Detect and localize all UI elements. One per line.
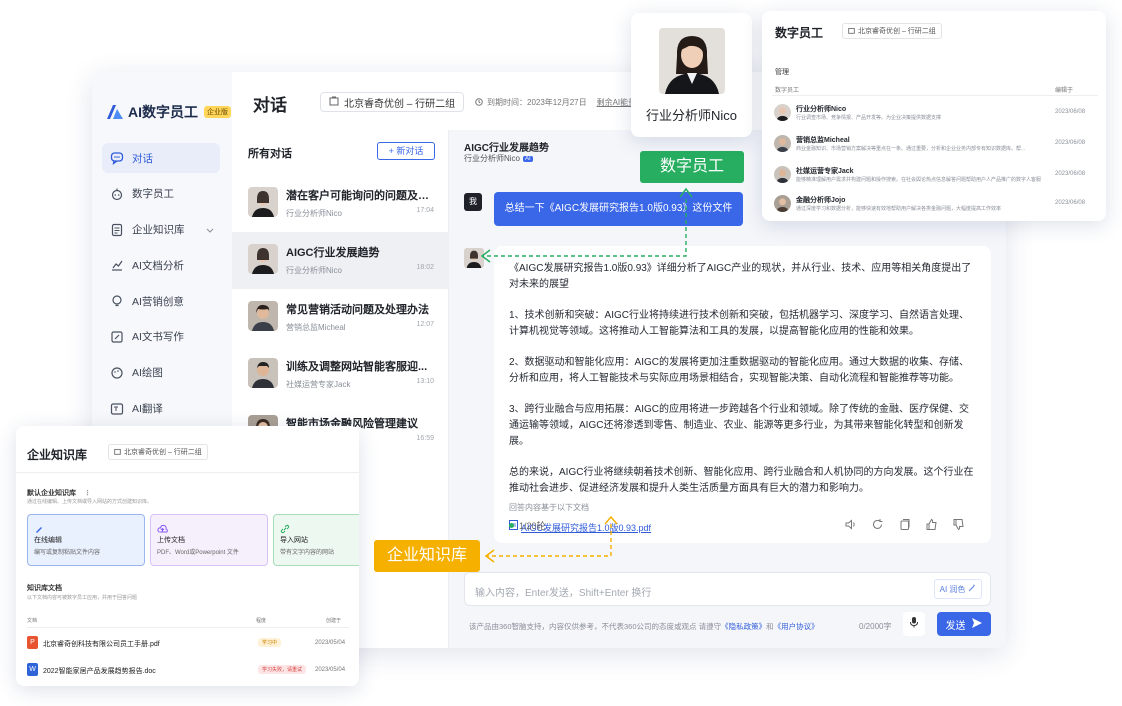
upload-doc-card[interactable]: 上传文档 PDF、Word或Powerpoint 文件 [150,514,268,566]
doc-name: 北京睿奇创科技有限公司员工手册.pdf [43,641,160,648]
import-site-card[interactable]: 导入网站 带有文字内容的网站 [273,514,359,566]
pdf-file-icon: P [27,636,38,649]
employee-date: 2023/06/08 [1055,200,1086,206]
employee-row[interactable]: 行业分析师Nico 行业调查市场、竞争情报、产品开发等。为企业决策提供数据支撑 … [772,99,1098,127]
doc-row[interactable]: P 北京睿奇创科技有限公司员工手册.pdf 学习中 2023/05/04 [27,635,352,653]
more-icon[interactable]: ⋮ [84,490,91,497]
col-doc-header: 文档 [27,618,38,624]
employee-row[interactable]: 社媒运营专家Jack 能够精准理解用户需求并构建问题和操作搜索。在社会舆论热点信… [772,161,1098,189]
employee-panel-title: 数字员工 [775,26,824,40]
avatar [774,166,791,183]
knowledge-base-callout: 企业知识库 [374,540,480,572]
org-name: 北京睿奇优创 – 行研二组 [858,28,936,35]
employee-name: 行业分析师Nico [796,106,847,113]
digital-employee-callout: 数字员工 [640,151,744,183]
col-status-header: 程度 [256,618,267,624]
default-kb-name: 默认企业知识库 [27,490,76,497]
org-icon [848,27,855,36]
doc-name: 2022智能家居产品发展趋势报告.doc [43,668,156,675]
divider [772,95,1098,96]
employee-desc: 通过深度学习和数据分析，能够快速有效地帮助用户解决各类金融问题，大幅度提高工作效… [796,206,1002,212]
org-selector[interactable]: 北京睿奇优创 – 行研二组 [108,444,208,460]
profile-avatar [659,28,725,94]
doc-date: 2023/05/04 [315,640,346,646]
status-badge: 学习中 [258,638,282,647]
employee-row[interactable]: 营销总监Micheal 商业金融知识、市场营销方案解决等重点在一条。通过重要，分… [772,130,1098,158]
employee-date: 2023/06/08 [1055,171,1086,177]
employee-row[interactable]: 金融分析师Jojo 通过深度学习和数据分析，能够快速有效地帮助用户解决各类金融问… [772,192,1098,220]
employee-desc: 行业调查市场、竞争情报、产品开发等。为企业决策提供数据支撑 [796,115,942,121]
card-desc: PDF、Word或Powerpoint 文件 [157,550,239,556]
divider [16,472,359,473]
card-title: 导入网站 [280,537,308,544]
knowledge-base-panel: 企业知识库 北京睿奇优创 – 行研二组 默认企业知识库 ⋮ 通过在线编辑、上传文… [16,426,359,686]
employee-panel: 数字员工 北京睿奇优创 – 行研二组 管理 数字员工 编辑于 行业分析师Nico… [762,11,1106,221]
avatar [774,195,791,212]
org-icon [114,448,121,457]
col-date-header: 编辑于 [1055,88,1074,94]
divider [27,627,349,628]
col-name-header: 数字员工 [775,88,800,94]
online-edit-card[interactable]: 在线编辑 编写或复制粘贴文件内容 [27,514,145,566]
profile-name: 行业分析师Nico [645,108,737,123]
card-title: 上传文档 [157,537,185,544]
employee-desc: 能够精准理解用户需求并构建问题和操作搜索。在社会舆论热点信息解答问题帮助用户人产… [796,177,1042,183]
employee-name: 营销总监Micheal [796,137,850,144]
section-label: 管理 [775,69,789,76]
doc-row[interactable]: W 2022智能家居产品发展趋势报告.doc 学习失败，请重试 2023/05/… [27,662,352,680]
col-date-header: 创建于 [326,618,342,624]
kb-panel-title: 企业知识库 [27,448,88,462]
doc-date: 2023/05/04 [315,667,346,673]
default-kb-desc: 通过在线编辑、上传文档或导入网站的方式创建知识库。 [27,499,153,505]
card-title: 在线编辑 [34,537,62,544]
org-name: 北京睿奇优创 – 行研二组 [124,449,202,456]
employee-date: 2023/06/08 [1055,109,1086,115]
card-desc: 带有文字内容的网站 [280,550,335,556]
avatar [774,104,791,121]
org-selector[interactable]: 北京睿奇优创 – 行研二组 [842,23,942,39]
default-kb-title: 默认企业知识库 ⋮ [27,488,91,498]
status-badge: 学习失败，请重试 [258,665,307,674]
docs-title: 知识库文档 [27,585,62,592]
employee-name: 社媒运营专家Jack [796,168,854,175]
employee-desc: 商业金融知识、市场营销方案解决等重点在一条。通过重要，分析和企业业务内部专有知识… [796,146,1026,152]
profile-card: 行业分析师Nico [631,13,752,137]
employee-date: 2023/06/08 [1055,140,1086,146]
avatar [774,135,791,152]
employee-name: 金融分析师Jojo [796,197,846,204]
card-desc: 编写或复制粘贴文件内容 [34,550,101,556]
docs-desc: 以下文档内容可被数字员工应用，并用于回答问题 [27,595,138,601]
word-file-icon: W [27,663,38,676]
